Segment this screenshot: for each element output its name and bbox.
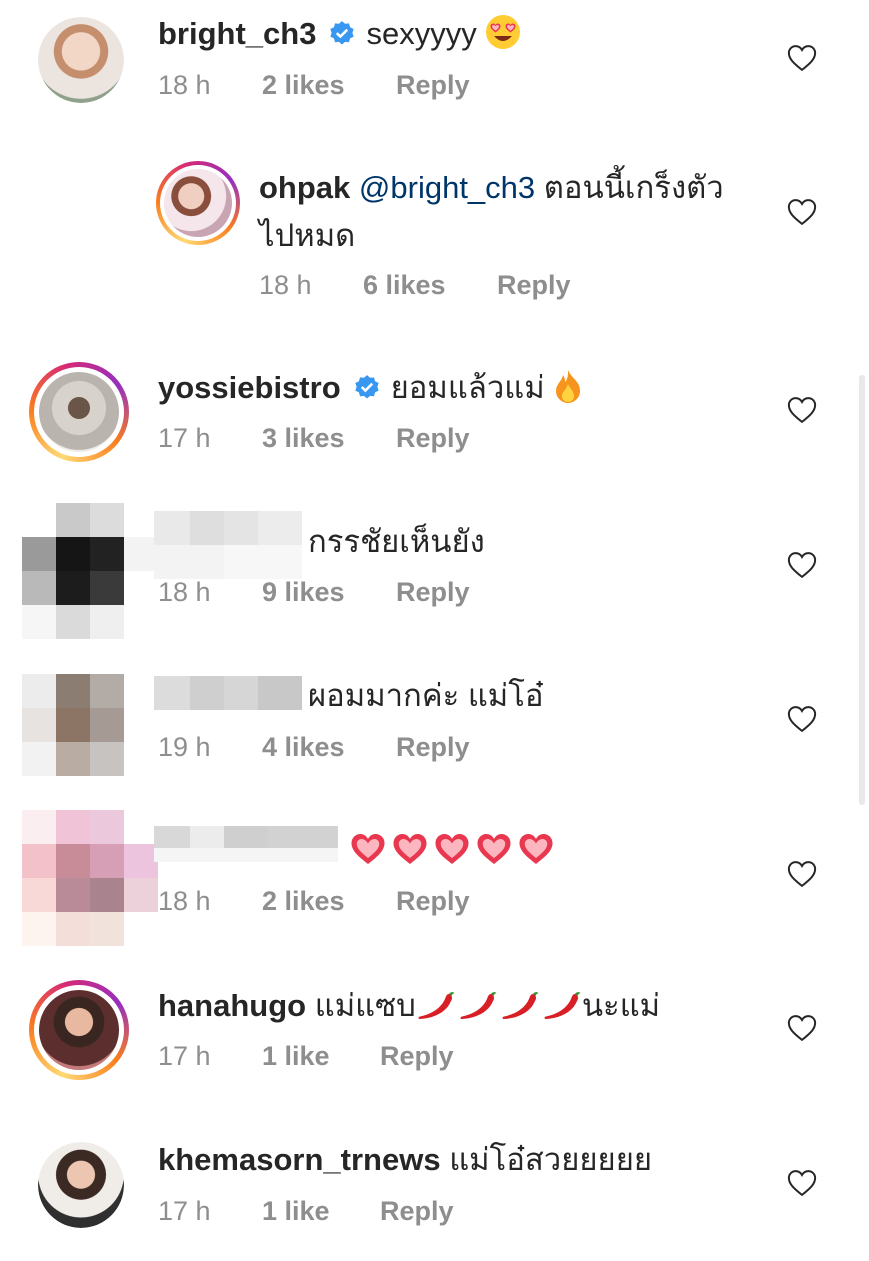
username[interactable]: khemasorn_trnews [158,1142,441,1177]
comment-meta: 17 h 1 like Reply [158,1041,454,1072]
comment-meta: 19 h 4 likes Reply [158,732,470,763]
comment-meta: 17 h 3 likes Reply [158,423,470,454]
likes-count[interactable]: 3 likes [262,423,396,454]
timestamp: 18 h [158,577,211,607]
reply-button[interactable]: Reply [497,270,571,301]
comment-meta: 18 h 2 likes Reply [158,886,470,917]
timestamp: 17 h [158,423,211,453]
hearts-emoji-icon [350,832,554,867]
comment-meta: 18 h 2 likes Reply [158,70,470,101]
comment-text-continued: ไปหมด [259,218,356,253]
scrollbar[interactable] [859,375,865,805]
avatar-pixelated[interactable] [22,674,124,776]
verified-badge-icon [353,374,381,402]
username[interactable]: bright_ch3 [158,16,316,51]
reply-button[interactable]: Reply [396,732,470,763]
likes-count[interactable]: 4 likes [262,732,396,763]
likes-count[interactable]: 1 like [262,1196,380,1227]
username[interactable]: ohpak [259,170,350,205]
avatar[interactable] [29,362,129,462]
likes-count[interactable]: 9 likes [262,577,396,608]
comment-line: hanahugo แม่แซบ นะแม่ [158,986,660,1026]
avatar-pixelated[interactable] [22,503,158,639]
username[interactable]: hanahugo [158,988,306,1023]
likes-count[interactable]: 6 likes [363,270,497,301]
comment-line: bright_ch3 sexyyyy [158,14,521,54]
timestamp: 17 h [158,1041,211,1071]
reply-button[interactable]: Reply [396,70,470,101]
comment-line-2: ไปหมด [259,216,355,256]
reply-button[interactable]: Reply [380,1196,454,1227]
comment-text: แม่โอ๋สวยยยยย [449,1142,653,1177]
avatar[interactable] [38,1142,124,1228]
comment-line: กรรชัยเห็นยัง [308,522,485,562]
mention-link[interactable]: @bright_ch3 [359,170,535,205]
like-heart-icon[interactable] [787,198,817,226]
username-pixelated-2 [154,848,338,862]
reply-button[interactable]: Reply [396,423,470,454]
timestamp: 18 h [259,270,312,300]
comment-meta: 18 h 9 likes Reply [158,577,470,608]
likes-count[interactable]: 1 like [262,1041,380,1072]
reply-button[interactable]: Reply [396,577,470,608]
timestamp: 19 h [158,732,211,762]
avatar[interactable] [156,161,240,245]
reply-button[interactable]: Reply [396,886,470,917]
like-heart-icon[interactable] [787,1014,817,1042]
comment-text: แม่แซบ [314,988,416,1023]
like-heart-icon[interactable] [787,860,817,888]
like-heart-icon[interactable] [787,44,817,72]
avatar[interactable] [29,980,129,1080]
comment-line: ohpak @bright_ch3 ตอนนี้เกร็งตัว [259,168,724,208]
comment-text: กรรชัยเห็นยัง [308,524,485,559]
username-pixelated[interactable] [154,676,302,710]
reply-button[interactable]: Reply [380,1041,454,1072]
heart-eyes-emoji-icon [486,15,521,49]
comment-text: sexyyyy [366,16,477,51]
comment-line: khemasorn_trnews แม่โอ๋สวยยยยย [158,1140,652,1180]
fire-emoji-icon [556,370,581,403]
comment-text: ผอมมากค่ะ แม่โอ๋ [308,678,544,713]
avatar[interactable] [38,17,124,103]
comment-text: ตอนนี้เกร็งตัว [543,170,724,205]
comment-meta: 18 h 6 likes Reply [259,270,571,301]
chili-emoji-icon [416,988,582,1023]
comment-line: ผอมมากค่ะ แม่โอ๋ [308,676,544,716]
likes-count[interactable]: 2 likes [262,886,396,917]
timestamp: 18 h [158,886,211,916]
username[interactable]: yossiebistro [158,370,341,405]
comment-line [350,830,554,870]
likes-count[interactable]: 2 likes [262,70,396,101]
username-pixelated-2 [154,545,302,579]
timestamp: 18 h [158,70,211,100]
verified-badge-icon [328,20,356,48]
comment-meta: 17 h 1 like Reply [158,1196,454,1227]
like-heart-icon[interactable] [787,1169,817,1197]
comment-line: yossiebistro ยอมแล้วแม่ [158,368,583,408]
username-pixelated[interactable] [154,511,302,545]
like-heart-icon[interactable] [787,396,817,424]
avatar-pixelated[interactable] [22,810,158,946]
like-heart-icon[interactable] [787,705,817,733]
comment-text: ยอมแล้วแม่ [390,370,545,405]
timestamp: 17 h [158,1196,211,1226]
like-heart-icon[interactable] [787,551,817,579]
comment-text-continued: นะแม่ [581,988,661,1023]
